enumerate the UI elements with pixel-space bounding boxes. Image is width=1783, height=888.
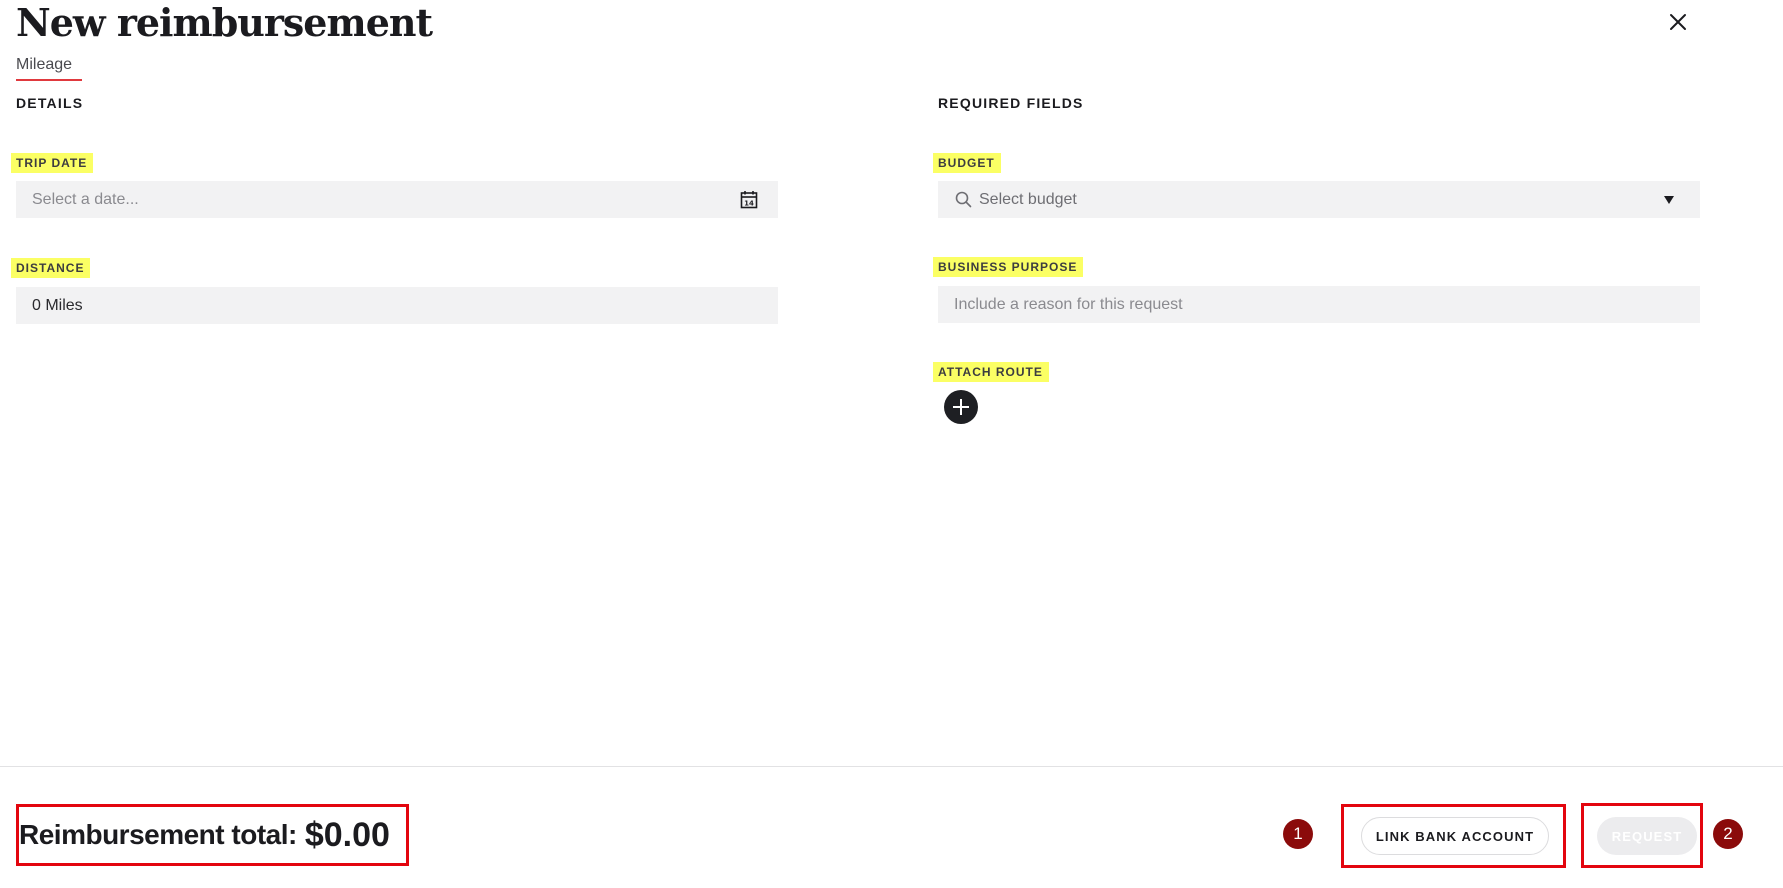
calendar-icon[interactable]: 14 xyxy=(740,190,758,209)
annotation-marker-2: 2 xyxy=(1713,819,1743,849)
link-bank-account-button[interactable]: LINK BANK ACCOUNT xyxy=(1361,817,1549,855)
business-purpose-placeholder: Include a reason for this request xyxy=(954,295,1183,313)
trip-date-placeholder: Select a date... xyxy=(32,190,139,208)
tab-mileage[interactable]: Mileage xyxy=(16,56,83,81)
budget-select[interactable]: Select budget xyxy=(938,181,1700,218)
trip-date-input[interactable]: Select a date... 14 xyxy=(16,181,778,218)
required-fields-section-title: REQUIRED FIELDS xyxy=(938,95,1084,111)
attach-route-add-button[interactable] xyxy=(944,390,978,424)
total-amount: $0.00 xyxy=(304,815,390,854)
svg-text:14: 14 xyxy=(744,200,754,208)
close-button[interactable] xyxy=(1664,8,1692,36)
distance-value: 0 Miles xyxy=(32,296,83,314)
attach-route-label: ATTACH ROUTE xyxy=(933,362,1049,382)
distance-input[interactable]: 0 Miles xyxy=(16,287,778,324)
distance-label: DISTANCE xyxy=(11,258,91,278)
page-title: New reimbursement xyxy=(16,0,433,45)
budget-label: BUDGET xyxy=(933,153,1001,173)
footer-divider xyxy=(0,766,1783,767)
triangle-down-icon xyxy=(1664,196,1674,204)
business-purpose-label: BUSINESS PURPOSE xyxy=(933,257,1084,277)
business-purpose-input[interactable]: Include a reason for this request xyxy=(938,286,1700,323)
close-icon xyxy=(1670,14,1686,30)
total-label: Reimbursement total: xyxy=(19,819,297,850)
annotation-marker-1: 1 xyxy=(1283,819,1313,849)
plus-icon xyxy=(953,399,969,415)
search-icon xyxy=(955,191,972,208)
request-button[interactable]: REQUEST xyxy=(1597,817,1697,855)
details-section-title: DETAILS xyxy=(16,95,84,111)
budget-placeholder: Select budget xyxy=(979,190,1077,208)
trip-date-label: TRIP DATE xyxy=(11,153,94,173)
reimbursement-total: Reimbursement total: $0.00 xyxy=(16,804,409,866)
